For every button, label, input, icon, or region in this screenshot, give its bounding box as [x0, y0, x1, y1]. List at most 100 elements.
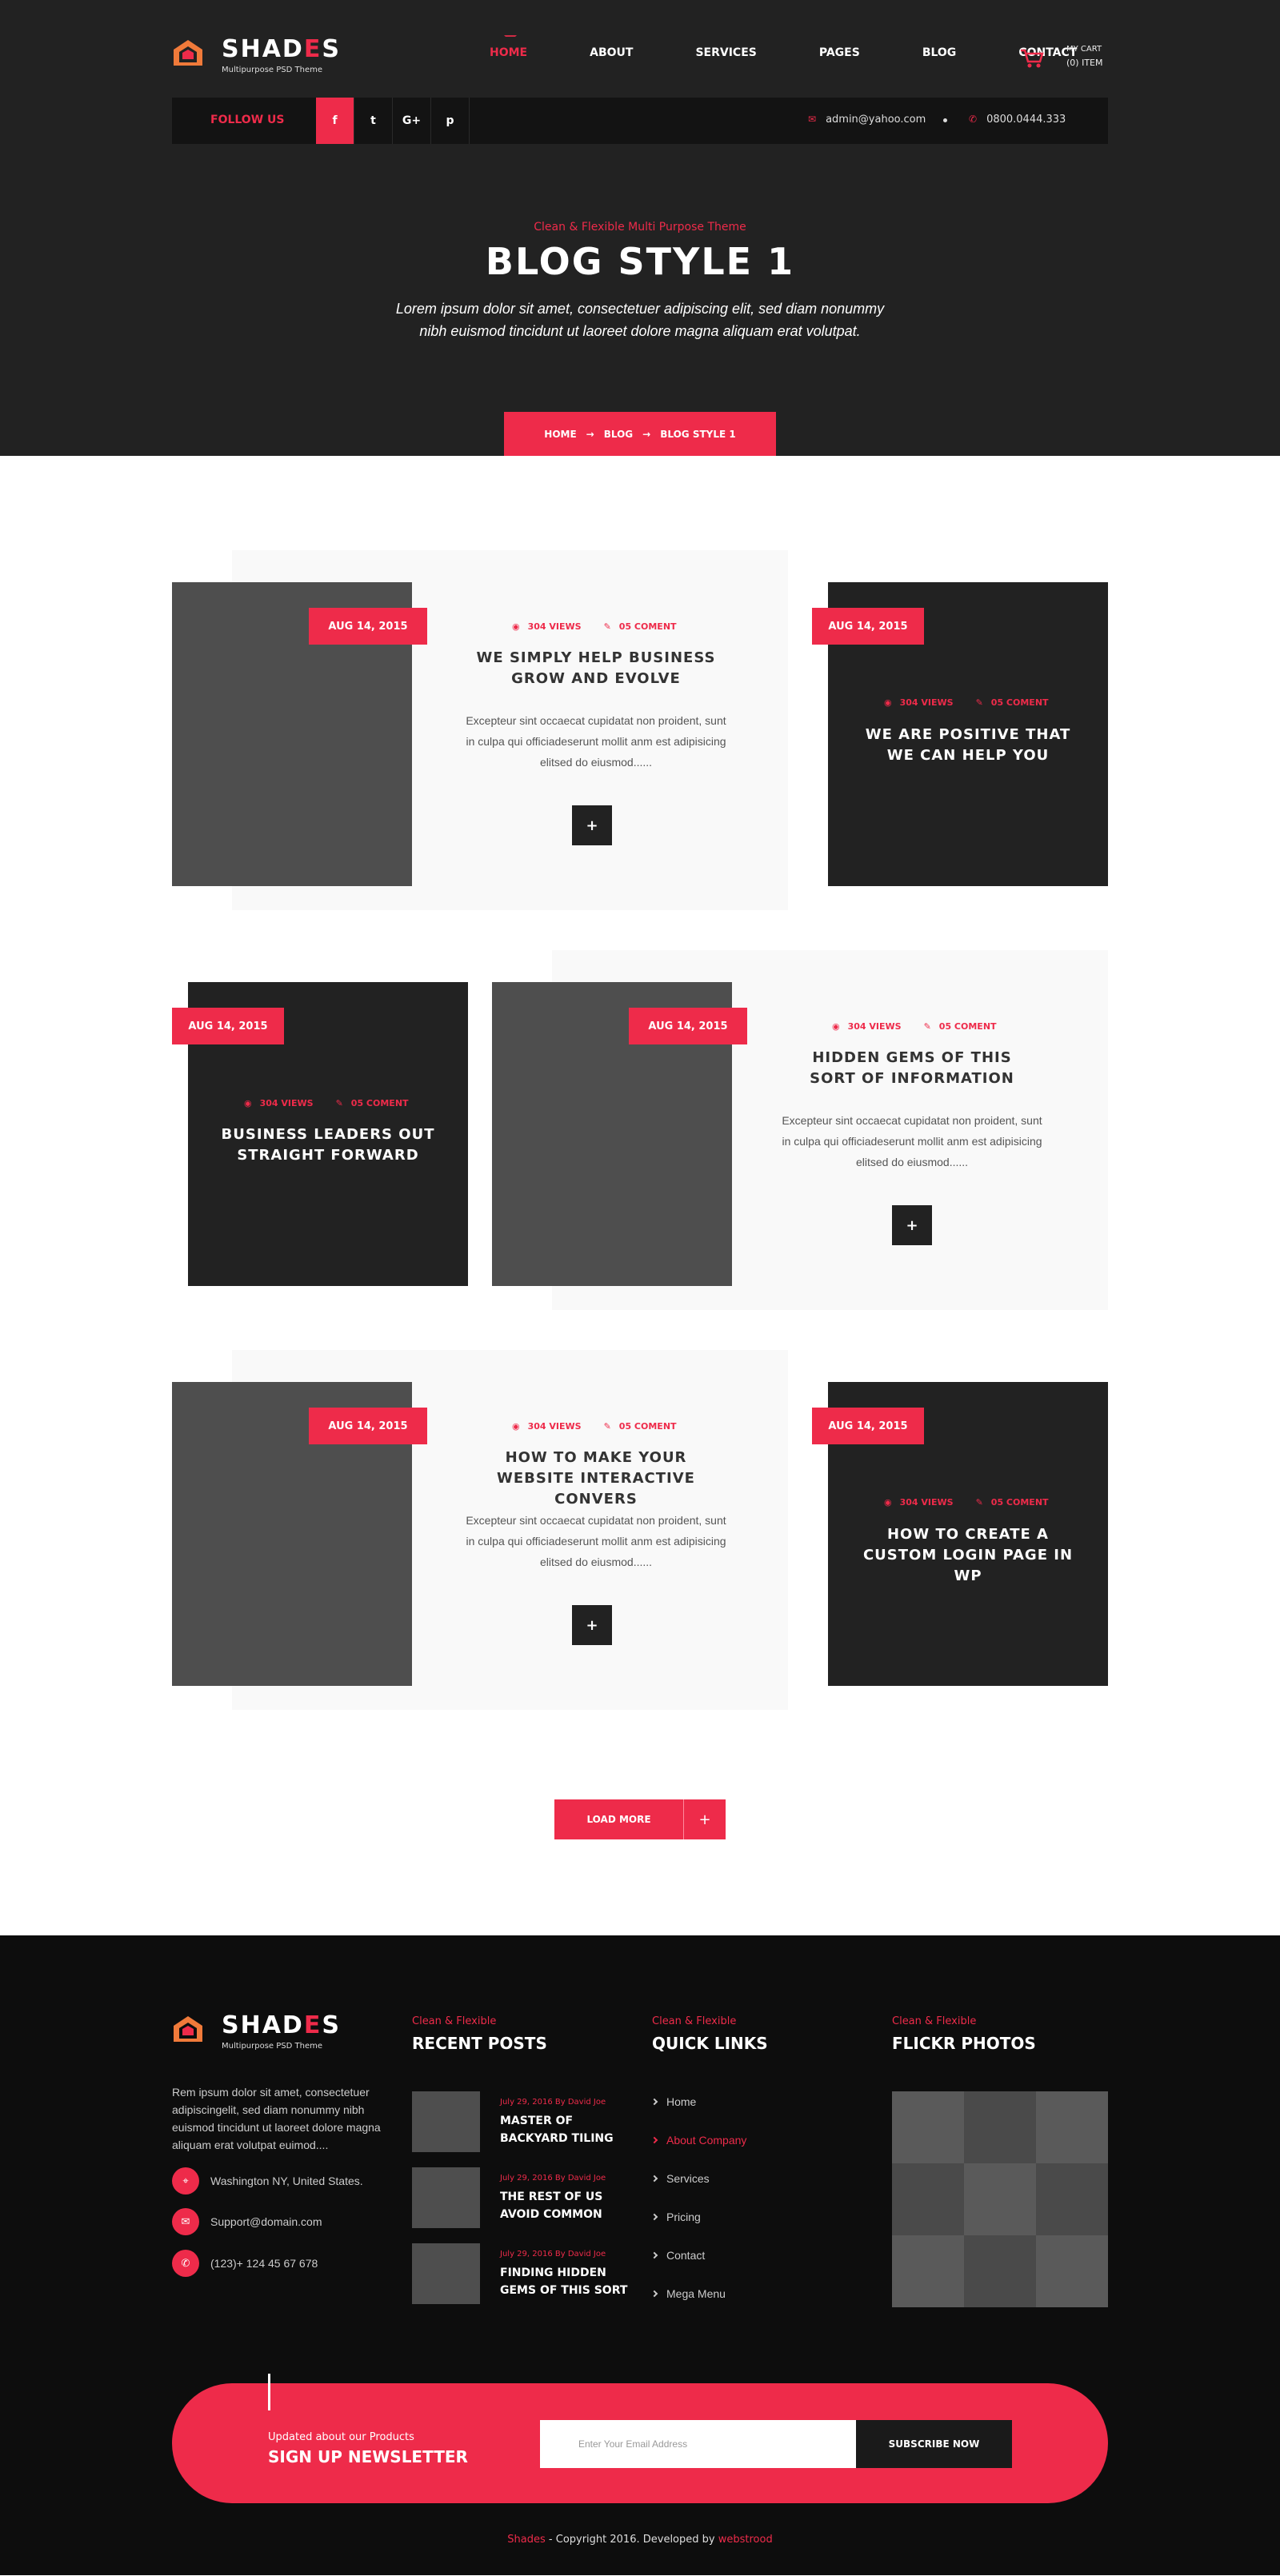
nav-blog[interactable]: BLOG	[922, 46, 957, 59]
post-date-badge: AUG 14, 2015	[309, 1408, 427, 1444]
comment-icon: ✎	[975, 1497, 983, 1508]
read-more-button[interactable]: +	[892, 1205, 932, 1245]
twitter-icon[interactable]: t	[354, 98, 393, 144]
developer-link[interactable]: webstrood	[718, 2534, 773, 2546]
house-logo-icon	[174, 2016, 202, 2042]
newsletter-banner: Updated about our Products SIGN UP NEWSL…	[172, 2374, 1108, 2503]
recent-post-thumb	[412, 2167, 480, 2228]
breadcrumb-home[interactable]: HOME	[544, 429, 576, 440]
house-logo-icon	[174, 40, 202, 66]
post-meta: ◉ 304 VIEWS ✎ 05 COMENT	[244, 1098, 409, 1108]
post-title[interactable]: HIDDEN GEMS OF THIS SORT OF INFORMATION	[788, 1048, 1036, 1089]
post-date-badge: AUG 14, 2015	[309, 608, 427, 645]
footer-email[interactable]: ✉ Support@domain.com	[172, 2208, 396, 2235]
post-excerpt: Excepteur sint occaecat cupidatat non pr…	[466, 714, 726, 769]
hero-description: Lorem ipsum dolor sit amet, consectetuer…	[395, 301, 885, 339]
chevron-right-icon	[650, 2098, 658, 2106]
nav-pages[interactable]: PAGES	[819, 46, 860, 59]
post-date-badge: AUG 14, 2015	[629, 1008, 747, 1044]
quick-link-about[interactable]: About Company	[650, 2134, 746, 2147]
topbar-phone[interactable]: ✆ 0800.0444.333	[969, 114, 1066, 126]
nav-services[interactable]: SERVICES	[695, 46, 756, 59]
quick-links-heading: Clean & Flexible QUICK LINKS	[652, 2015, 768, 2053]
comment-icon: ✎	[603, 1421, 611, 1432]
post-date-badge: AUG 14, 2015	[812, 1408, 924, 1444]
cart-label: MY CART	[1066, 45, 1102, 54]
pinterest-icon[interactable]: p	[431, 98, 470, 144]
quick-link-services[interactable]: Services	[650, 2172, 710, 2185]
load-more-button[interactable]: LOAD MORE +	[554, 1799, 726, 1839]
post-title[interactable]: HOW TO CREATE A CUSTOM LOGIN PAGE IN WP	[852, 1524, 1084, 1587]
phone-icon: ✆	[969, 114, 978, 125]
topbar-email[interactable]: ✉ admin@yahoo.com	[808, 114, 926, 126]
recent-posts-heading: Clean & Flexible RECENT POSTS	[412, 2015, 547, 2053]
quick-link-mega-menu[interactable]: Mega Menu	[650, 2287, 726, 2300]
read-more-button[interactable]: +	[572, 1605, 612, 1645]
breadcrumb-blog[interactable]: BLOG	[604, 429, 633, 440]
eye-icon: ◉	[884, 697, 892, 708]
flickr-photo[interactable]	[964, 2163, 1036, 2235]
nav-home[interactable]: HOME	[490, 35, 527, 59]
location-icon: ⌖	[172, 2167, 199, 2195]
google-plus-icon[interactable]: G+	[393, 98, 431, 144]
chevron-right-icon	[650, 2136, 658, 2144]
breadcrumb-current: BLOG STYLE 1	[660, 428, 736, 440]
eye-icon: ◉	[244, 1098, 252, 1108]
post-title[interactable]: BUSINESS LEADERS OUT STRAIGHT FORWARD	[212, 1124, 444, 1166]
flickr-photo[interactable]	[1036, 2091, 1108, 2163]
cart-icon	[1021, 49, 1044, 68]
quick-link-pricing[interactable]: Pricing	[650, 2211, 701, 2223]
quick-link-home[interactable]: Home	[650, 2095, 696, 2108]
post-meta: ◉ 304 VIEWS ✎ 05 COMENT	[884, 1497, 1049, 1508]
flickr-photo[interactable]	[964, 2091, 1036, 2163]
post-title[interactable]: HOW TO MAKE YOUR WEBSITE INTERACTIVE CON…	[472, 1448, 720, 1510]
nav-about[interactable]: ABOUT	[590, 46, 633, 59]
flickr-photo[interactable]	[1036, 2235, 1108, 2307]
blog-grid: AUG 14, 2015 ◉ 304 VIEWS ✎ 05 COMENT WE SIM…	[0, 456, 1280, 1935]
facebook-icon[interactable]: f	[316, 98, 354, 144]
recent-post-thumb	[412, 2243, 480, 2304]
flickr-photo[interactable]	[892, 2163, 964, 2235]
footer: SHADES Multipurpose PSD Theme Rem ipsum …	[0, 1935, 1280, 2575]
eye-icon: ◉	[512, 621, 520, 632]
newsletter-subtitle: Updated about our Products	[268, 2431, 414, 2443]
page-title: BLOG STYLE 1	[485, 240, 795, 283]
logo-tagline: Multipurpose PSD Theme	[222, 66, 322, 74]
flickr-photo[interactable]	[892, 2091, 964, 2163]
footer-address: ⌖ Washington NY, United States.	[172, 2167, 396, 2195]
follow-us-label: FOLLOW US	[210, 114, 285, 126]
recent-post-item[interactable]: July 29, 2016 By David Joe MASTER OF BAC…	[412, 2091, 628, 2152]
envelope-icon: ✉	[172, 2208, 199, 2235]
recent-post-item[interactable]: July 29, 2016 By David Joe FINDING HIDDE…	[412, 2243, 628, 2304]
footer-phone[interactable]: ✆ (123)+ 124 45 67 678	[172, 2250, 396, 2277]
footer-logo[interactable]: SHADES Multipurpose PSD Theme	[172, 2011, 348, 2059]
recent-post-thumb	[412, 2091, 480, 2152]
flickr-photo[interactable]	[1036, 2163, 1108, 2235]
eye-icon: ◉	[884, 1497, 892, 1508]
logo-tagline: Multipurpose PSD Theme	[222, 2042, 322, 2051]
phone-icon: ✆	[172, 2250, 199, 2277]
flickr-photo[interactable]	[964, 2235, 1036, 2307]
chevron-right-icon	[650, 2251, 658, 2259]
cart[interactable]: MY CART (0) ITEM	[1020, 45, 1108, 77]
newsletter-email-input[interactable]	[540, 2420, 858, 2468]
chevron-right-icon	[650, 2290, 658, 2298]
recent-post-item[interactable]: July 29, 2016 By David Joe THE REST OF U…	[412, 2167, 628, 2228]
comment-icon: ✎	[335, 1098, 343, 1108]
post-title[interactable]: WE SIMPLY HELP BUSINESS GROW AND EVOLVE	[472, 648, 720, 689]
newsletter-title: SIGN UP NEWSLETTER	[268, 2447, 468, 2466]
main-nav: SHADES Multipurpose PSD Theme HOME ABOUT…	[172, 35, 1108, 80]
logo-text: SHADES	[222, 35, 341, 63]
menu: HOME ABOUT SERVICES PAGES BLOG CONTACT	[490, 35, 1077, 59]
subscribe-button[interactable]: SUBSCRIBE NOW	[856, 2420, 1012, 2468]
quick-link-contact[interactable]: Contact	[650, 2249, 705, 2262]
read-more-button[interactable]: +	[572, 805, 612, 845]
hero-kicker: Clean & Flexible Multi Purpose Theme	[534, 221, 746, 234]
post-excerpt: Excepteur sint occaecat cupidatat non pr…	[466, 1514, 726, 1568]
copyright-brand[interactable]: Shades	[507, 2534, 545, 2546]
flickr-photo[interactable]	[892, 2235, 964, 2307]
post-title[interactable]: WE ARE POSITIVE THAT WE CAN HELP YOU	[852, 725, 1084, 766]
separator-dot	[943, 118, 947, 122]
load-more-label: LOAD MORE	[554, 1799, 684, 1839]
flickr-heading: Clean & Flexible FLICKR PHOTOS	[892, 2015, 1036, 2053]
